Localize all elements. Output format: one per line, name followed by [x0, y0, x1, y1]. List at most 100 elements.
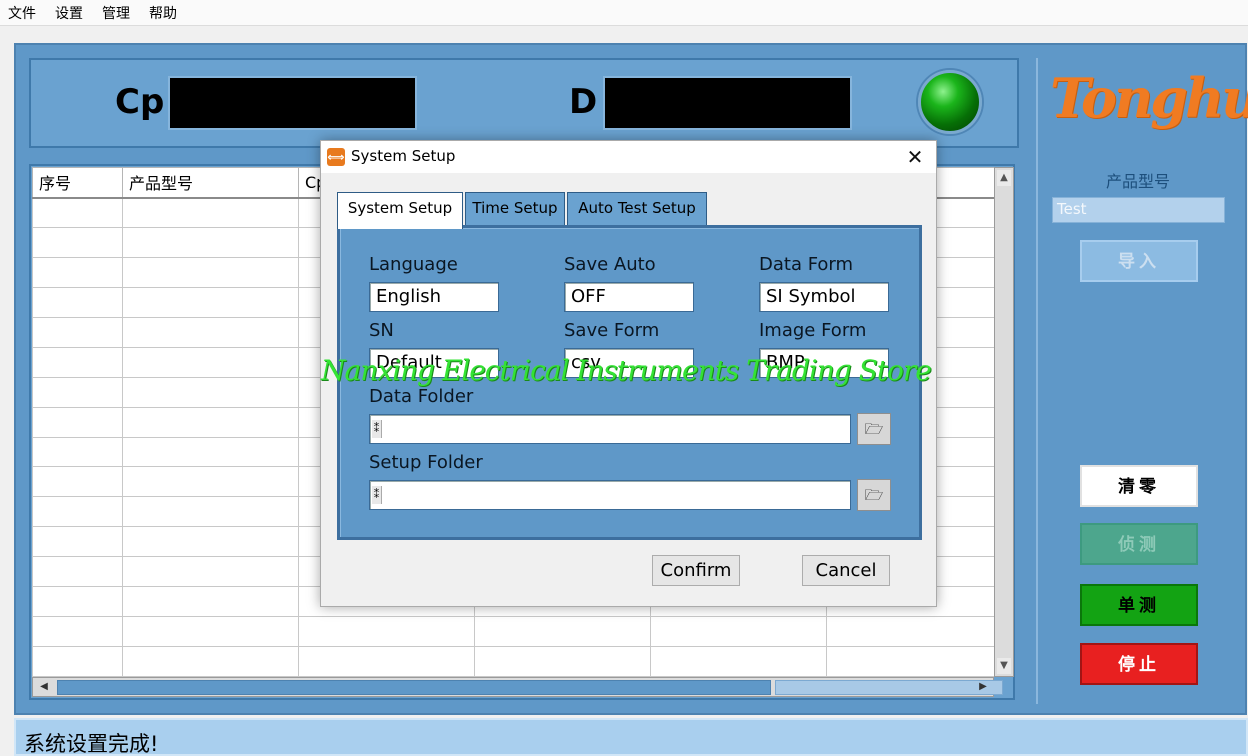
scroll-right-arrow-icon[interactable]: ▶	[975, 679, 991, 695]
data-folder-label: Data Folder	[369, 386, 474, 407]
scroll-thumb[interactable]	[57, 680, 771, 695]
table-cell[interactable]	[122, 406, 299, 438]
image-form-label: Image Form	[759, 320, 867, 341]
tab-auto-test-setup[interactable]: Auto Test Setup	[567, 192, 707, 225]
data-form-field[interactable]: SI Symbol	[759, 282, 889, 312]
scroll-down-arrow-icon[interactable]: ▼	[997, 658, 1011, 674]
table-horizontal-scrollbar[interactable]: ◀ ▶	[32, 677, 1003, 697]
scroll-up-arrow-icon[interactable]: ▲	[997, 170, 1011, 186]
single-test-button[interactable]: 单测	[1080, 584, 1198, 626]
table-cell[interactable]	[650, 646, 827, 677]
table-cell[interactable]	[32, 346, 123, 378]
cp-label: Cp	[115, 82, 165, 122]
table-vertical-scrollbar[interactable]: ▲ ▼	[994, 167, 1014, 677]
table-cell[interactable]	[122, 286, 299, 318]
table-cell[interactable]	[32, 436, 123, 468]
menu-file[interactable]: 文件	[8, 3, 36, 23]
data-folder-browse-button[interactable]: 🗁	[857, 413, 891, 445]
table-cell[interactable]	[298, 616, 475, 648]
zero-button[interactable]: 清零	[1080, 465, 1198, 507]
table-cell[interactable]	[122, 526, 299, 558]
save-auto-field[interactable]: OFF	[564, 282, 694, 312]
table-cell[interactable]	[474, 616, 651, 648]
save-auto-label: Save Auto	[564, 254, 656, 275]
dialog-title: System Setup	[351, 147, 456, 165]
table-row[interactable]	[32, 616, 995, 648]
table-cell[interactable]	[32, 526, 123, 558]
readout-panel: Cp D	[29, 58, 1019, 148]
table-cell[interactable]	[826, 616, 995, 648]
table-cell[interactable]	[122, 586, 299, 618]
sn-field[interactable]: Default	[369, 348, 499, 378]
stop-button[interactable]: 停止	[1080, 643, 1198, 685]
table-row[interactable]	[32, 646, 995, 677]
data-folder-field[interactable]: ⁑	[369, 414, 851, 444]
setup-folder-field[interactable]: ⁑	[369, 480, 851, 510]
folder-open-icon: 🗁	[864, 486, 884, 504]
table-cell[interactable]	[122, 376, 299, 408]
menu-manage[interactable]: 管理	[102, 3, 130, 23]
import-button[interactable]: 导入	[1080, 240, 1198, 282]
table-cell[interactable]	[32, 466, 123, 498]
menu-settings[interactable]: 设置	[55, 3, 83, 23]
col-header-index[interactable]: 序号	[32, 167, 123, 199]
setup-folder-browse-button[interactable]: 🗁	[857, 479, 891, 511]
table-cell[interactable]	[32, 586, 123, 618]
language-field[interactable]: English	[369, 282, 499, 312]
data-form-label: Data Form	[759, 254, 854, 275]
tab-system-setup[interactable]: System Setup	[337, 192, 463, 229]
table-cell[interactable]	[474, 646, 651, 677]
status-led-indicator	[918, 70, 982, 134]
table-cell[interactable]	[122, 346, 299, 378]
col-header-product-model[interactable]: 产品型号	[122, 167, 299, 199]
table-cell[interactable]	[826, 646, 995, 677]
sn-label: SN	[369, 320, 394, 341]
cancel-button[interactable]: Cancel	[802, 555, 890, 586]
detect-button[interactable]: 侦测	[1080, 523, 1198, 565]
status-message: 系统设置完成!	[24, 732, 159, 756]
d-readout-display	[603, 76, 852, 130]
dialog-titlebar[interactable]: ⟺ System Setup ✕	[321, 141, 936, 173]
table-cell[interactable]	[122, 436, 299, 468]
table-cell[interactable]	[32, 646, 123, 677]
scroll-left-arrow-icon[interactable]: ◀	[36, 679, 52, 695]
scroll-track-right[interactable]	[775, 680, 1003, 695]
table-cell[interactable]	[122, 316, 299, 348]
menu-help[interactable]: 帮助	[149, 3, 177, 23]
table-cell[interactable]	[32, 286, 123, 318]
tab-time-setup[interactable]: Time Setup	[465, 192, 565, 225]
table-cell[interactable]	[32, 496, 123, 528]
table-cell[interactable]	[122, 556, 299, 588]
close-icon[interactable]: ✕	[901, 144, 929, 170]
table-cell[interactable]	[32, 226, 123, 258]
table-cell[interactable]	[32, 376, 123, 408]
status-bar: 系统设置完成!	[14, 718, 1248, 756]
folder-open-icon: 🗁	[864, 420, 884, 438]
system-setup-panel: Language English Save Auto OFF Data Form…	[337, 225, 922, 540]
table-cell[interactable]	[32, 406, 123, 438]
table-cell[interactable]	[122, 616, 299, 648]
path-icon: ⁑	[372, 486, 382, 504]
table-cell[interactable]	[298, 646, 475, 677]
table-cell[interactable]	[122, 226, 299, 258]
table-cell[interactable]	[32, 556, 123, 588]
table-cell[interactable]	[122, 466, 299, 498]
save-form-field[interactable]: csv	[564, 348, 694, 378]
language-label: Language	[369, 254, 458, 275]
table-cell[interactable]	[32, 316, 123, 348]
table-cell[interactable]	[122, 256, 299, 288]
confirm-button[interactable]: Confirm	[652, 555, 740, 586]
image-form-field[interactable]: BMP	[759, 348, 889, 378]
table-cell[interactable]	[650, 616, 827, 648]
table-cell[interactable]	[32, 616, 123, 648]
table-cell[interactable]	[32, 256, 123, 288]
table-cell[interactable]	[32, 197, 123, 228]
table-cell[interactable]	[122, 646, 299, 677]
save-form-label: Save Form	[564, 320, 660, 341]
setup-folder-label: Setup Folder	[369, 452, 483, 473]
table-cell[interactable]	[122, 197, 299, 228]
table-cell[interactable]	[122, 496, 299, 528]
cp-readout-display	[168, 76, 417, 130]
product-model-input[interactable]: Test	[1052, 197, 1225, 223]
menu-bar: 文件 设置 管理 帮助	[0, 0, 1248, 26]
